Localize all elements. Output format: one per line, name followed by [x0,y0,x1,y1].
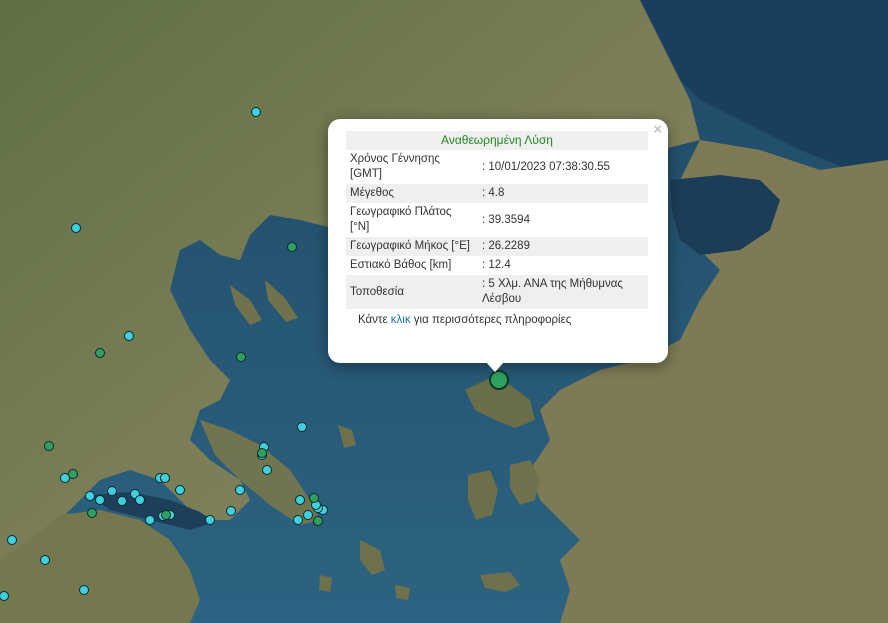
more-prefix: Κάντε [358,314,391,326]
earthquake-marker[interactable] [117,496,127,506]
info-value: : 4.8 [476,184,648,203]
earthquake-marker[interactable] [235,485,245,495]
earthquake-marker[interactable] [175,485,185,495]
info-row: Εστιακό Βάθος [km] : 12.4 [346,256,648,275]
earthquake-info-table: Αναθεωρημένη Λύση Χρόνος Γέννησης [GMT] … [346,131,648,330]
earthquake-marker[interactable] [297,422,307,432]
info-value: : 26.2289 [476,237,648,256]
earthquake-marker[interactable] [313,516,323,526]
earthquake-marker[interactable] [295,495,305,505]
info-row: Χρόνος Γέννησης [GMT] : 10/01/2023 07:38… [346,150,648,184]
info-key: Γεωγραφικό Μήκος [°E] [346,237,476,256]
earthquake-marker[interactable] [87,508,97,518]
info-row: Γεωγραφικό Πλάτος [°N] : 39.3594 [346,203,648,237]
info-row: Τοποθεσία : 5 Χλμ. ΑΝΑ της Μήθυμνας Λέσβ… [346,275,648,309]
more-info-link[interactable]: κλικ [391,314,411,326]
earthquake-marker[interactable] [145,515,155,525]
info-value: : 5 Χλμ. ΑΝΑ της Μήθυμνας Λέσβου [476,275,648,309]
info-key: Χρόνος Γέννησης [GMT] [350,153,440,180]
info-key: Εστιακό Βάθος [km] [350,259,452,271]
earthquake-marker[interactable] [95,348,105,358]
earthquake-marker[interactable] [160,473,170,483]
earthquake-marker[interactable] [124,331,134,341]
earthquake-marker[interactable] [205,515,215,525]
earthquake-marker[interactable] [107,486,117,496]
earthquake-marker[interactable] [161,510,171,520]
earthquake-marker[interactable] [44,441,54,451]
earthquake-marker[interactable] [85,491,95,501]
earthquake-marker[interactable] [309,493,319,503]
earthquake-marker[interactable] [71,223,81,233]
info-value: : 39.3594 [482,213,530,226]
info-key: Μέγεθος [346,184,476,203]
earthquake-marker[interactable] [135,495,145,505]
earthquake-popup: × Αναθεωρημένη Λύση Χρόνος Γέννησης [GMT… [328,119,668,363]
earthquake-marker[interactable] [262,465,272,475]
earthquake-marker[interactable] [293,515,303,525]
earthquake-marker[interactable] [226,506,236,516]
info-row: Γεωγραφικό Μήκος [°E] : 26.2289 [346,237,648,256]
earthquake-marker[interactable] [79,585,89,595]
info-value: : 12.4 [482,259,511,271]
earthquake-marker[interactable] [236,352,246,362]
popup-title: Αναθεωρημένη Λύση [346,131,648,150]
info-key: Τοποθεσία [346,275,476,309]
info-value: : 10/01/2023 07:38:30.55 [482,160,610,173]
earthquake-marker[interactable] [68,469,78,479]
info-row: Μέγεθος : 4.8 [346,184,648,203]
earthquake-marker[interactable] [7,535,17,545]
more-suffix: για περισσότερες πληροφορίες [410,314,572,326]
popup-tip [485,361,505,372]
earthquake-marker[interactable] [303,510,313,520]
earthquake-marker[interactable] [287,242,297,252]
earthquake-marker[interactable] [0,591,9,601]
earthquake-marker[interactable] [95,495,105,505]
info-key: Γεωγραφικό Πλάτος [°N] [350,206,452,233]
island [319,575,332,592]
earthquake-marker[interactable] [40,555,50,565]
earthquake-marker[interactable] [251,107,261,117]
close-icon[interactable]: × [653,121,662,138]
earthquake-marker[interactable] [257,448,267,458]
more-info-text: Κάντε κλικ για περισσότερες πληροφορίες [346,309,648,330]
selected-earthquake-marker[interactable] [489,370,509,390]
